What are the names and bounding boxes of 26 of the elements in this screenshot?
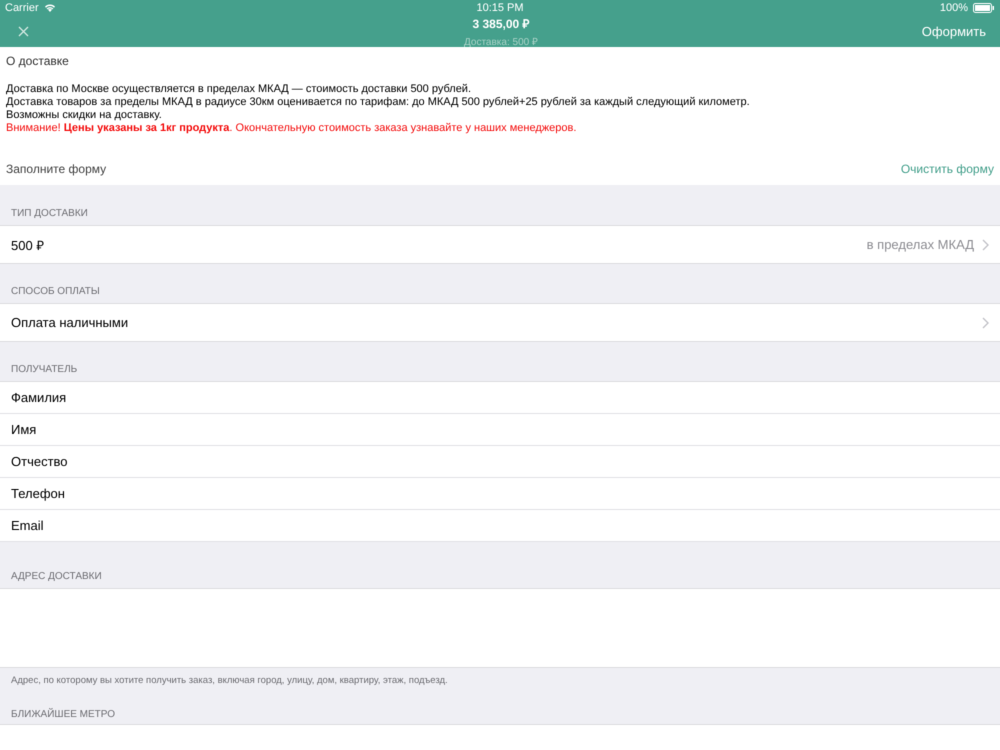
order-total: 3 385,00 ₽ <box>472 16 530 32</box>
battery-label: 100% <box>940 2 968 14</box>
battery-icon <box>973 2 995 12</box>
wifi-icon <box>44 3 56 12</box>
info-text: Внимание! Цены указаны за 1кг продукта. Окончательную стоимость заказа узнавайте у наших менеджеров. <box>6 122 578 135</box>
input-field[interactable]: Телефон <box>0 478 1000 510</box>
delivery-subtitle: Доставка: 500 ₽ <box>464 36 538 48</box>
input-field[interactable]: Отчество <box>0 446 1000 478</box>
info-text: Доставка по Москве осуществляется в пределах МКАД — стоимость доставки 500 рублей. <box>6 83 472 96</box>
chevron-icon <box>982 238 989 250</box>
form-title: Заполните форму <box>6 162 106 176</box>
field-hint: Адрес, по которому вы хотите получить заказ, включая город, улицу, дом, квартиру, этаж, подъезд. <box>11 675 448 686</box>
section-header: БЛИЖАЙШЕЕ МЕТРО <box>11 709 116 720</box>
info-text: Доставка товаров за пределы МКАД в радиусе 30км оценивается по тарифам: до МКАД 500 рублей+25 рублей за каждый следующий километр. <box>6 96 751 109</box>
chevron-icon <box>982 316 989 328</box>
info-text: Возможны скидки на доставку. <box>6 109 163 122</box>
input-field[interactable]: Имя <box>0 414 1000 446</box>
section-header: ТИП ДОСТАВКИ <box>11 208 88 219</box>
input-field[interactable]: Фамилия <box>0 382 1000 414</box>
section-header: АДРЕС ДОСТАВКИ <box>11 571 102 582</box>
section-title: О доставке <box>6 54 70 68</box>
status-time: 10:15 PM <box>476 2 524 14</box>
close-icon <box>18 26 29 36</box>
carrier-label: Carrier <box>5 2 39 14</box>
section-header: ПОЛУЧАТЕЛЬ <box>11 364 78 375</box>
section-header: СПОСОБ ОПЛАТЫ <box>11 286 100 297</box>
